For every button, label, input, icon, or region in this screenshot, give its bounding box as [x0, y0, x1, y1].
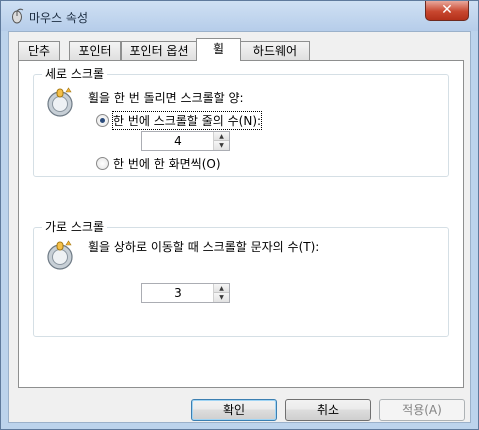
tab-hardware[interactable]: 하드웨어 [240, 41, 310, 61]
spin-up-icon[interactable]: ▲ [214, 132, 229, 141]
vertical-scrolling-group: 세로 스크롤 휠을 한 번 돌리면 스크롤할 양: 한 번에 스크롤할 줄의 수… [33, 67, 449, 177]
chars-spinner[interactable]: 3 ▲ ▼ [141, 283, 230, 303]
lines-spin-buttons: ▲ ▼ [213, 132, 229, 150]
mouse-icon [12, 8, 24, 24]
lines-at-a-time-radio[interactable] [96, 114, 109, 127]
close-icon: ✕ [441, 2, 453, 18]
tab-buttons[interactable]: 단추 [18, 41, 60, 61]
spin-down-icon[interactable]: ▼ [214, 293, 229, 302]
horizontal-scrolling-group: 가로 스크롤 휠을 상하로 이동할 때 스크롤할 문자의 수(T): 3 ▲ ▼ [33, 220, 449, 337]
spin-down-icon[interactable]: ▼ [214, 141, 229, 150]
vertical-group-label: 세로 스크롤 [42, 67, 108, 81]
apply-button[interactable]: 적용(A) [379, 399, 465, 421]
tab-pointers[interactable]: 포인터 [69, 41, 121, 61]
wheel-tab-panel: 세로 스크롤 휠을 한 번 돌리면 스크롤할 양: 한 번에 스크롤할 줄의 수… [18, 60, 464, 388]
vertical-scroll-prompt: 휠을 한 번 돌리면 스크롤할 양: [88, 91, 244, 105]
horizontal-scroll-prompt: 휠을 상하로 이동할 때 스크롤할 문자의 수(T): [88, 240, 320, 254]
cancel-button[interactable]: 취소 [285, 399, 371, 421]
one-screen-radio[interactable] [96, 157, 109, 170]
tab-pointer-options[interactable]: 포인터 옵션 [121, 41, 197, 61]
lines-at-a-time-label[interactable]: 한 번에 스크롤할 줄의 수(N): [111, 111, 263, 130]
lines-spinner[interactable]: 4 ▲ ▼ [141, 131, 230, 151]
tab-wheel[interactable]: 휠 [196, 38, 241, 61]
mouse-wheel-icon [47, 240, 73, 270]
title-bar[interactable]: 마우스 속성 ✕ [1, 1, 478, 31]
chars-spin-buttons: ▲ ▼ [213, 284, 229, 302]
window-title: 마우스 속성 [29, 11, 89, 25]
ok-button[interactable]: 확인 [191, 399, 277, 421]
chars-value[interactable]: 3 [142, 284, 214, 302]
one-screen-label[interactable]: 한 번에 한 화면씩(O) [113, 155, 221, 172]
lines-value[interactable]: 4 [142, 132, 214, 150]
mouse-wheel-icon [47, 87, 73, 117]
close-button[interactable]: ✕ [425, 1, 469, 21]
dialog-body: 단추 포인터 포인터 옵션 휠 하드웨어 세로 스크롤 휠을 한 번 돌리면 스… [8, 31, 471, 423]
spin-up-icon[interactable]: ▲ [214, 284, 229, 293]
mouse-properties-window: 마우스 속성 ✕ 단추 포인터 포인터 옵션 휠 하드웨어 세로 스크롤 휠을 [0, 0, 479, 430]
horizontal-group-label: 가로 스크롤 [42, 220, 108, 234]
